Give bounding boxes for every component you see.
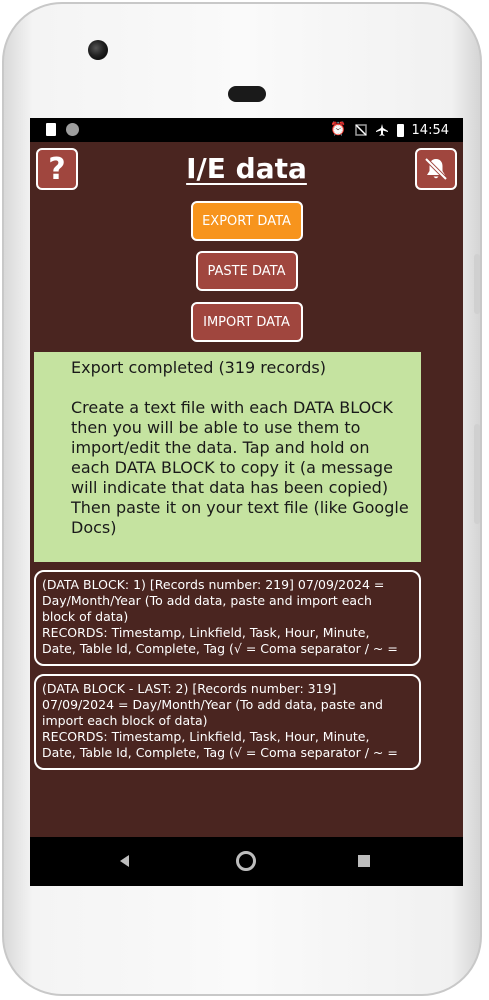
battery-icon — [396, 123, 404, 137]
info-line: Docs) — [71, 518, 117, 537]
alarm-icon: ⏰ — [330, 122, 347, 137]
power-button — [474, 424, 480, 524]
page-title: I/E data — [186, 152, 307, 185]
data-block-line: block of data) — [42, 609, 129, 624]
mute-button[interactable] — [415, 148, 457, 190]
bell-off-icon — [424, 157, 448, 181]
data-block-line: RECORDS: Timestamp, Linkfield, Task, Hou… — [42, 729, 370, 744]
export-status: Export completed (319 records) — [71, 358, 326, 377]
info-line: then you will be able to use them to — [71, 418, 361, 437]
info-line: will indicate that data has been copied) — [71, 478, 389, 497]
data-block-line: Date, Table Id, Complete, Tag (√ = Coma … — [42, 745, 398, 760]
data-block-line: (DATA BLOCK: 1) [Records number: 219] 07… — [42, 577, 385, 592]
sd-card-icon — [46, 123, 56, 136]
earpiece-speaker — [228, 86, 266, 102]
data-block-line: Date, Table Id, Complete, Tag (√ = Coma … — [42, 641, 398, 656]
info-line: import/edit the data. Tap and hold on — [71, 438, 370, 457]
info-message: Export completed (319 records) Create a … — [34, 352, 421, 562]
app-content: ? I/E data EXPORT DATA PASTE DATA IMPORT… — [30, 142, 463, 837]
export-data-button[interactable]: EXPORT DATA — [190, 201, 303, 241]
data-block-1[interactable]: (DATA BLOCK: 1) [Records number: 219] 07… — [34, 570, 421, 666]
info-line: Create a text file with each DATA BLOCK — [71, 398, 393, 417]
phone-frame: ⏰ 14:54 ? I/E data EXPORT DATA PASTE DAT… — [2, 2, 482, 996]
paste-data-button[interactable]: PASTE DATA — [195, 251, 298, 291]
import-data-button[interactable]: IMPORT DATA — [190, 302, 303, 342]
home-icon[interactable] — [236, 851, 256, 871]
data-block-line: 07/09/2024 = Day/Month/Year (To add data… — [42, 697, 383, 712]
back-icon[interactable] — [120, 855, 129, 867]
front-camera — [88, 40, 108, 60]
recent-apps-icon[interactable] — [358, 855, 370, 867]
no-signal-icon — [354, 124, 367, 136]
info-line: Then paste it on your text file (like Go… — [71, 498, 409, 517]
data-block-line: RECORDS: Timestamp, Linkfield, Task, Hou… — [42, 625, 370, 640]
data-block-2[interactable]: (DATA BLOCK - LAST: 2) [Records number: … — [34, 674, 421, 770]
status-time: 14:54 — [411, 122, 449, 138]
circle-icon — [66, 123, 79, 136]
navigation-bar — [30, 837, 463, 886]
airplane-icon — [375, 124, 388, 136]
data-block-line: Day/Month/Year (To add data, paste and i… — [42, 593, 372, 608]
data-block-line: (DATA BLOCK - LAST: 2) [Records number: … — [42, 681, 337, 696]
volume-button — [474, 254, 480, 314]
data-block-line: import each block of data) — [42, 713, 208, 728]
info-line: each DATA BLOCK to copy it (a message — [71, 458, 393, 477]
status-bar: ⏰ 14:54 — [30, 118, 463, 142]
screen: ⏰ 14:54 ? I/E data EXPORT DATA PASTE DAT… — [30, 118, 463, 886]
